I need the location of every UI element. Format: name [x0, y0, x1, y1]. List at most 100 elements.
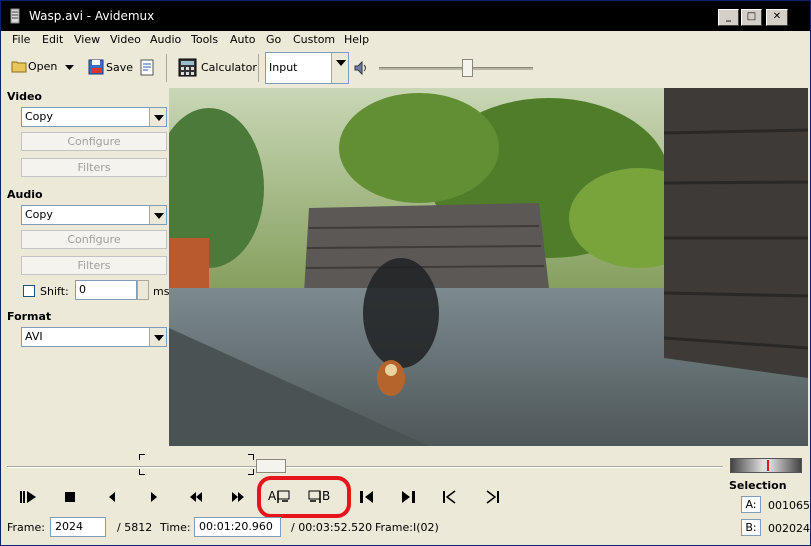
toolbar: Open Save Calculator Input [1, 49, 810, 87]
shift-value-input[interactable]: 0 [75, 280, 137, 300]
audio-section-label: Audio [7, 188, 43, 201]
menu-audio[interactable]: Audio [150, 33, 181, 46]
video-codec-value: Copy [25, 110, 53, 123]
save-button[interactable]: Save [88, 59, 133, 75]
time-value: 00:01:20.960 [199, 520, 273, 533]
go-to-marker-a-button[interactable] [356, 486, 378, 508]
marker-a-label: A [268, 489, 277, 503]
open-dropdown-arrow-icon[interactable] [65, 65, 74, 71]
menu-tools[interactable]: Tools [191, 33, 218, 46]
volume-slider-track[interactable] [379, 67, 533, 70]
output-mode-select[interactable]: Input [265, 52, 349, 84]
selection-start-bracket [139, 469, 145, 475]
menu-video[interactable]: Video [110, 33, 141, 46]
stop-button[interactable] [59, 486, 81, 508]
audio-configure-button[interactable]: Configure [21, 230, 167, 249]
maximize-button[interactable]: □ [741, 9, 762, 26]
calculator-label: Calculator [201, 61, 257, 74]
title-bar: Wasp.avi - Avidemux _ □ ✕ [1, 1, 810, 31]
frame-type: Frame:I(02) [375, 521, 439, 534]
menu-auto[interactable]: Auto [230, 33, 256, 46]
video-filters-button[interactable]: Filters [21, 158, 167, 177]
frame-number-input[interactable]: 2024 [50, 517, 106, 537]
audio-codec-select[interactable]: Copy [21, 205, 167, 225]
total-duration: / 00:03:52.520 [291, 521, 373, 534]
chevron-down-icon [149, 328, 166, 346]
minimize-icon: _ [726, 11, 731, 22]
video-section-label: Video [7, 90, 42, 103]
close-button[interactable]: ✕ [766, 9, 788, 26]
chevron-down-icon [149, 108, 166, 126]
chevron-down-icon [331, 53, 348, 83]
volume-slider-handle[interactable] [462, 59, 473, 77]
next-frame-button[interactable] [143, 486, 165, 508]
selection-start-bracket [139, 454, 145, 460]
selection-a-value: 001065 [768, 499, 810, 512]
menu-edit[interactable]: Edit [42, 33, 63, 46]
output-mode-value: Input [269, 61, 298, 74]
audio-codec-value: Copy [25, 208, 53, 221]
previous-keyframe-button[interactable] [185, 486, 207, 508]
frame-number: 2024 [55, 520, 83, 533]
timeline-track[interactable] [7, 466, 723, 468]
jog-shuttle-marker [767, 460, 769, 471]
shift-value: 0 [79, 283, 86, 296]
time-label: Time: [160, 521, 191, 534]
format-select[interactable]: AVI [21, 327, 167, 347]
calculator-icon [178, 58, 197, 77]
app-window: Wasp.avi - Avidemux _ □ ✕ File Edit View… [0, 0, 811, 546]
video-configure-button[interactable]: Configure [21, 132, 167, 151]
speaker-icon [354, 61, 366, 75]
format-value: AVI [25, 330, 43, 343]
go-to-marker-b-button[interactable] [397, 486, 419, 508]
chevron-down-icon [149, 206, 166, 224]
calculator-button[interactable]: Calculator [178, 58, 257, 77]
floppy-disk-icon [88, 59, 104, 75]
time-input[interactable]: 00:01:20.960 [194, 517, 281, 537]
open-label: Open [28, 59, 58, 73]
frame-label: Frame: [7, 521, 45, 534]
menu-help[interactable]: Help [344, 33, 369, 46]
menu-file[interactable]: File [12, 33, 30, 46]
timeline-handle[interactable] [256, 459, 287, 473]
shift-label: Shift: [40, 285, 69, 298]
close-icon: ✕ [772, 11, 782, 22]
window-title: Wasp.avi - Avidemux [29, 9, 155, 23]
play-filtered-button[interactable] [18, 486, 40, 508]
shift-unit-label: ms [153, 285, 170, 298]
menu-view[interactable]: View [74, 33, 100, 46]
selection-b-value: 002024 [768, 522, 810, 535]
format-section-label: Format [7, 310, 52, 323]
menu-go[interactable]: Go [266, 33, 281, 46]
selection-b-button[interactable]: B: [741, 519, 761, 536]
shift-spinner[interactable] [137, 280, 149, 300]
selection-end-bracket [248, 469, 254, 475]
shift-checkbox[interactable] [23, 285, 35, 297]
avidemux-app-icon [10, 8, 20, 24]
selection-a-button[interactable]: A: [741, 496, 761, 513]
go-to-start-button[interactable] [439, 486, 461, 508]
open-button[interactable]: Open [11, 59, 57, 73]
video-codec-select[interactable]: Copy [21, 107, 167, 127]
audio-filters-button[interactable]: Filters [21, 256, 167, 275]
selection-label: Selection [729, 479, 787, 492]
maximize-icon: □ [746, 11, 757, 22]
marker-b-icon [308, 490, 321, 503]
properties-icon[interactable] [139, 59, 155, 76]
set-marker-b-button[interactable]: B [308, 488, 330, 504]
previous-frame-button[interactable] [101, 486, 123, 508]
toolbar-separator [166, 54, 167, 82]
video-preview [169, 88, 808, 446]
menu-bar: File Edit View Video Audio Tools Auto Go… [1, 31, 810, 49]
minimize-button[interactable]: _ [718, 9, 739, 26]
folder-icon [11, 61, 27, 73]
go-to-end-button[interactable] [481, 486, 503, 508]
menu-custom[interactable]: Custom [293, 33, 335, 46]
jog-shuttle[interactable] [730, 458, 802, 473]
total-frames: / 5812 [117, 521, 153, 534]
next-keyframe-button[interactable] [227, 486, 249, 508]
set-marker-a-button[interactable]: A [268, 488, 290, 504]
selection-end-bracket [248, 454, 254, 460]
marker-b-label: B [322, 489, 331, 503]
toolbar-separator [258, 54, 259, 82]
